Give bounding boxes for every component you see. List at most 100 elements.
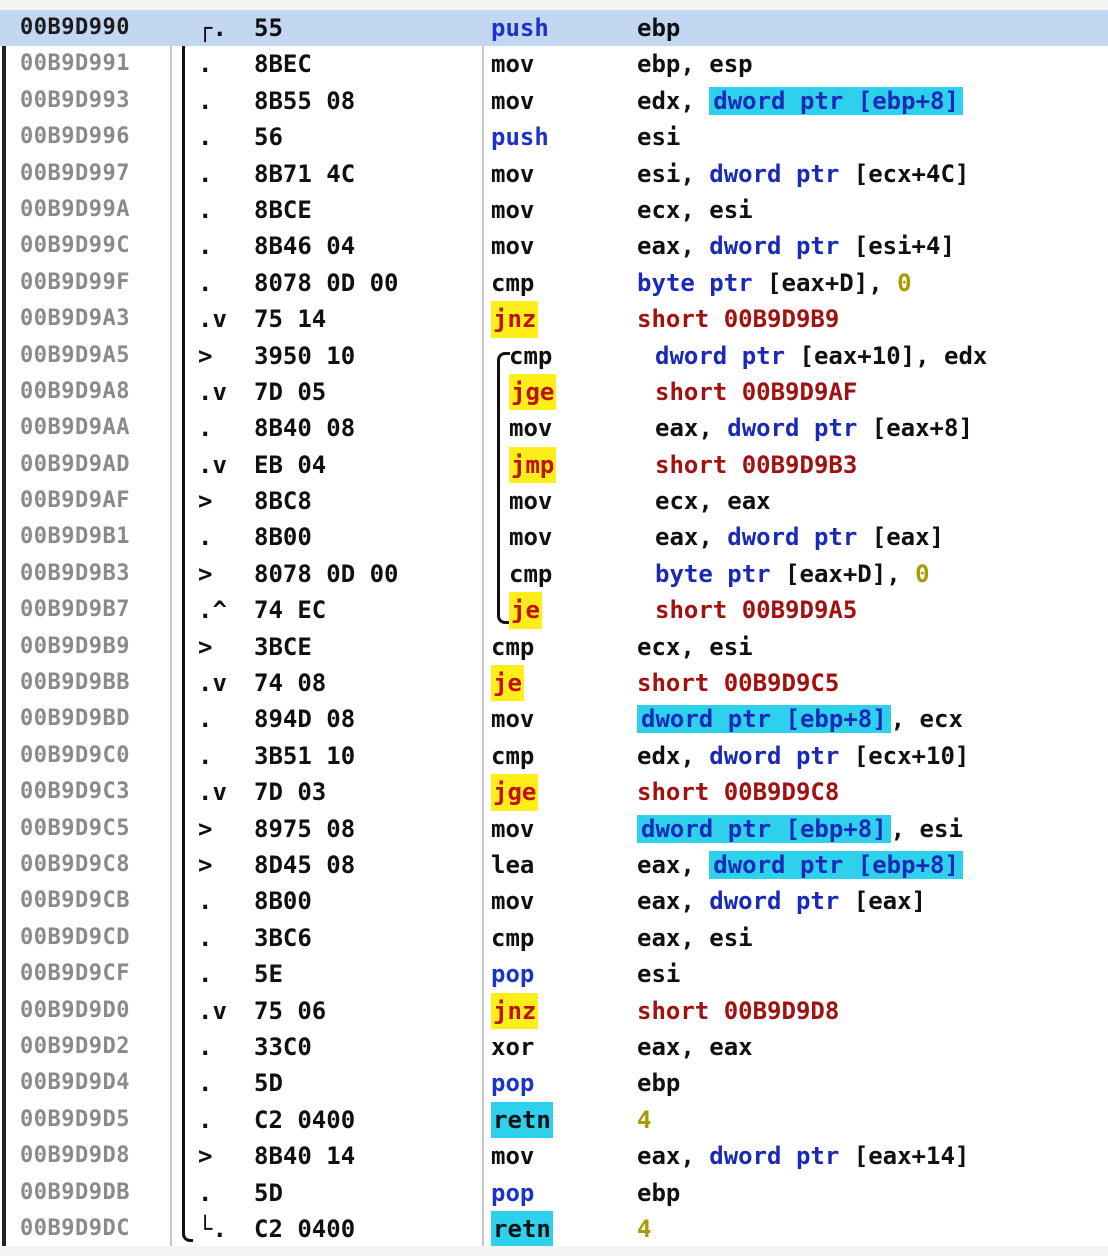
address-cell[interactable]: 00B9D990 (20, 10, 130, 46)
hex-bytes-cell[interactable]: 8B40 08 (254, 410, 355, 446)
disasm-row[interactable]: 00B9D99F. 8078 0D 00 cmp byte ptr [eax+D], … (0, 265, 1108, 301)
mnemonic-cell[interactable]: retn (491, 1210, 553, 1248)
mnemonic-cell[interactable]: jnz (491, 301, 539, 338)
mnemonic-cell[interactable]: mov (491, 811, 534, 847)
address-cell[interactable]: 00B9D9D4 (20, 1065, 130, 1101)
mnemonic-cell[interactable]: mov (509, 483, 552, 519)
operand-cell[interactable]: short 00B9D9C8 (637, 774, 839, 810)
disasm-row[interactable]: 00B9D9A8 .v 7D 05 jge short 00B9D9AF (0, 373, 1108, 411)
disasm-row[interactable]: 00B9D9AF >8BC8 mov ecx, eax (0, 483, 1108, 519)
hex-bytes-cell[interactable]: 3950 10 (254, 338, 355, 374)
hex-bytes-cell[interactable]: C2 0400 (254, 1102, 355, 1138)
disasm-row[interactable]: 00B9D9C5 >8975 08 mov dword ptr [ebp+8], es… (0, 811, 1108, 847)
address-cell[interactable]: 00B9D9AF (20, 483, 130, 519)
operand-cell[interactable]: 4 (637, 1102, 651, 1138)
address-cell[interactable]: 00B9D9B3 (20, 556, 130, 592)
operand-cell[interactable]: eax, dword ptr [ebp+8] (637, 847, 963, 883)
hex-bytes-cell[interactable]: 3B51 10 (254, 738, 355, 774)
disasm-row[interactable]: 00B9D9B3 >8078 0D 00 cmp byte ptr [eax+D], … (0, 556, 1108, 592)
mnemonic-cell[interactable]: retn (491, 1101, 553, 1139)
operand-cell[interactable]: dword ptr [ebp+8], esi (637, 811, 963, 847)
operand-cell[interactable]: short 00B9D9B9 (637, 301, 839, 337)
operand-cell[interactable]: short 00B9D9D8 (637, 993, 839, 1029)
address-cell[interactable]: 00B9D9CF (20, 956, 130, 992)
disasm-row[interactable]: 00B9D991. 8BEC mov ebp, esp (0, 46, 1108, 82)
address-cell[interactable]: 00B9D9CB (20, 883, 130, 919)
operand-cell[interactable]: ecx, eax (655, 483, 771, 519)
jump-target[interactable]: short 00B9D9C5 (637, 669, 839, 697)
hex-bytes-cell[interactable]: EB 04 (254, 447, 326, 483)
disassembly-list[interactable]: 00B9D990 ┌. 55 push ebp 00B9D991. 8BEC mov ebp, … (0, 10, 1108, 1248)
disasm-row[interactable]: 00B9D9BD. 894D 08 mov dword ptr [ebp+8], ec… (0, 701, 1108, 737)
operand-cell[interactable]: short 00B9D9B3 (655, 447, 857, 483)
mnemonic-cell[interactable]: pop (491, 1175, 534, 1211)
disasm-row[interactable]: 00B9D997. 8B71 4C mov esi, dword ptr [ecx+4… (0, 156, 1108, 192)
mnemonic-cell[interactable]: cmp (491, 920, 534, 956)
disasm-row[interactable]: 00B9D990 ┌. 55 push ebp (0, 10, 1108, 47)
address-cell[interactable]: 00B9D9CD (20, 920, 130, 956)
address-cell[interactable]: 00B9D9AD (20, 447, 130, 483)
mnemonic-cell[interactable]: mov (491, 192, 534, 228)
operand-cell[interactable]: ebp (637, 1175, 680, 1211)
mnemonic-cell[interactable]: mov (509, 410, 552, 446)
disasm-row[interactable]: 00B9D9B9 >3BCE cmp ecx, esi (0, 629, 1108, 665)
address-cell[interactable]: 00B9D99C (20, 228, 130, 264)
mnemonic-cell[interactable]: jmp (509, 446, 557, 484)
mnemonic-cell[interactable]: lea (491, 847, 534, 883)
hex-bytes-cell[interactable]: 894D 08 (254, 701, 355, 737)
mnemonic-cell[interactable]: je (491, 665, 524, 702)
operand-cell[interactable]: eax, dword ptr [eax+14] (637, 1138, 969, 1174)
disasm-row[interactable]: 00B9D9D5. C2 0400 retn 4 (0, 1101, 1108, 1139)
disasm-row[interactable]: 00B9D9C8 >8D45 08 lea eax, dword ptr [ebp+8… (0, 847, 1108, 883)
jump-target[interactable]: short 00B9D9B9 (637, 305, 839, 333)
mnemonic-cell[interactable]: mov (491, 228, 534, 264)
address-cell[interactable]: 00B9D9D8 (20, 1138, 130, 1174)
hex-bytes-cell[interactable]: C2 0400 (254, 1211, 355, 1247)
address-cell[interactable]: 00B9D9C3 (20, 774, 130, 810)
hex-bytes-cell[interactable]: 3BCE (254, 629, 312, 665)
address-cell[interactable]: 00B9D9DC (20, 1211, 130, 1247)
operand-cell[interactable]: eax, dword ptr [eax] (637, 883, 926, 919)
address-cell[interactable]: 00B9D9C5 (20, 811, 130, 847)
hex-bytes-cell[interactable]: 5D (254, 1175, 283, 1211)
hex-bytes-cell[interactable]: 8B46 04 (254, 228, 355, 264)
hex-bytes-cell[interactable]: 8078 0D 00 (254, 556, 399, 592)
mnemonic-cell[interactable]: jge (509, 373, 557, 411)
operand-cell[interactable]: eax, eax (637, 1029, 753, 1065)
jump-target[interactable]: short 00B9D9D8 (637, 997, 839, 1025)
mnemonic-cell[interactable]: cmp (491, 629, 534, 665)
address-cell[interactable]: 00B9D9B1 (20, 519, 130, 555)
operand-cell[interactable]: ebp (637, 10, 680, 46)
address-cell[interactable]: 00B9D9C0 (20, 738, 130, 774)
mnemonic-cell[interactable]: jge (491, 774, 539, 811)
disasm-row[interactable]: 00B9D9AA. 8B40 08 mov eax, dword ptr [eax+8… (0, 410, 1108, 446)
disasm-row[interactable]: 00B9D9AD .v EB 04 jmp short 00B9D9B3 (0, 446, 1108, 484)
mnemonic-cell[interactable]: mov (491, 883, 534, 919)
mnemonic-cell[interactable]: mov (491, 1138, 534, 1174)
disasm-row[interactable]: 00B9D9BB .v 74 08 je short 00B9D9C5 (0, 665, 1108, 702)
disasm-row[interactable]: 00B9D99C. 8B46 04 mov eax, dword ptr [esi+4… (0, 228, 1108, 264)
disasm-row[interactable]: 00B9D9D0 .v 75 06 jnz short 00B9D9D8 (0, 992, 1108, 1029)
address-cell[interactable]: 00B9D9DB (20, 1175, 130, 1211)
hex-bytes-cell[interactable]: 8B00 (254, 519, 312, 555)
horizontal-scrollbar-area[interactable] (0, 1246, 1108, 1256)
hex-bytes-cell[interactable]: 8078 0D 00 (254, 265, 399, 301)
operand-cell[interactable]: short 00B9D9A5 (655, 592, 857, 628)
jump-target[interactable]: short 00B9D9A5 (655, 596, 857, 624)
disasm-row[interactable]: 00B9D9C0. 3B51 10 cmp edx, dword ptr [ecx+1… (0, 738, 1108, 774)
disasm-row[interactable]: 00B9D9B1. 8B00 mov eax, dword ptr [eax] (0, 519, 1108, 555)
mnemonic-cell[interactable]: push (491, 119, 549, 155)
hex-bytes-cell[interactable]: 8B55 08 (254, 83, 355, 119)
mnemonic-cell[interactable]: cmp (509, 338, 552, 374)
operand-cell[interactable]: ebp (637, 1065, 680, 1101)
address-cell[interactable]: 00B9D9BB (20, 665, 130, 701)
address-cell[interactable]: 00B9D99A (20, 192, 130, 228)
disasm-row[interactable]: 00B9D9CB. 8B00 mov eax, dword ptr [eax] (0, 883, 1108, 919)
operand-cell[interactable]: eax, esi (637, 920, 753, 956)
hex-bytes-cell[interactable]: 8975 08 (254, 811, 355, 847)
operand-cell[interactable]: edx, dword ptr [ebp+8] (637, 83, 963, 119)
hex-bytes-cell[interactable]: 8BC8 (254, 483, 312, 519)
mnemonic-cell[interactable]: mov (491, 46, 534, 82)
mnemonic-cell[interactable]: mov (491, 701, 534, 737)
operand-cell[interactable]: esi, dword ptr [ecx+4C] (637, 156, 969, 192)
